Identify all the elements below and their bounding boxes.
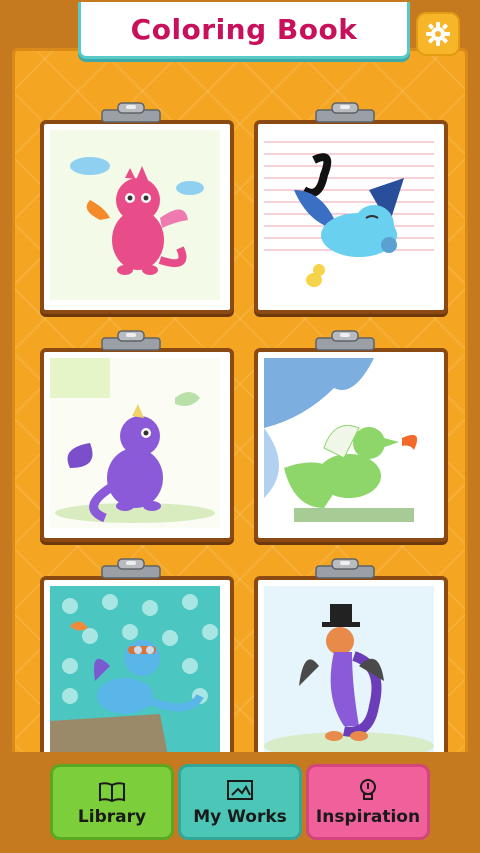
clip-icon bbox=[310, 558, 380, 580]
dragon-pink-artwork bbox=[50, 130, 220, 300]
tab-inspiration-label: Inspiration bbox=[315, 807, 421, 827]
card-dragon-green-fire[interactable] bbox=[254, 348, 448, 542]
page-title: Coloring Book bbox=[130, 12, 358, 46]
card-dragon-aviator[interactable] bbox=[40, 576, 234, 770]
book-icon bbox=[99, 782, 125, 803]
clip-icon bbox=[96, 102, 166, 124]
picture-icon bbox=[227, 780, 253, 800]
card-dragon-blue-sleeping[interactable] bbox=[254, 120, 448, 314]
tab-library-label: Library bbox=[77, 807, 147, 827]
tab-library[interactable]: Library bbox=[50, 764, 174, 840]
dragon-green-artwork bbox=[264, 358, 434, 528]
clip-icon bbox=[310, 330, 380, 352]
card-dragon-tophat[interactable] bbox=[254, 576, 448, 770]
bottom-tab-bar: Library My Works Inspiration bbox=[0, 752, 480, 853]
clip-icon bbox=[96, 330, 166, 352]
lightbulb-icon bbox=[360, 779, 376, 800]
dragon-aviator-artwork bbox=[50, 586, 220, 756]
tab-my-works[interactable]: My Works bbox=[178, 764, 302, 840]
dragon-purple-artwork bbox=[50, 358, 220, 528]
dragon-tophat-artwork bbox=[264, 586, 434, 756]
gear-icon bbox=[426, 22, 450, 46]
clip-icon bbox=[310, 102, 380, 124]
tab-my-works-label: My Works bbox=[193, 807, 287, 827]
dragon-blue-artwork bbox=[264, 130, 434, 300]
header-banner: Coloring Book bbox=[78, 2, 410, 59]
card-dragon-purple-bird[interactable] bbox=[40, 348, 234, 542]
clip-icon bbox=[96, 558, 166, 580]
settings-button[interactable] bbox=[416, 12, 460, 56]
card-dragon-pink[interactable] bbox=[40, 120, 234, 314]
tab-inspiration[interactable]: Inspiration bbox=[306, 764, 430, 840]
